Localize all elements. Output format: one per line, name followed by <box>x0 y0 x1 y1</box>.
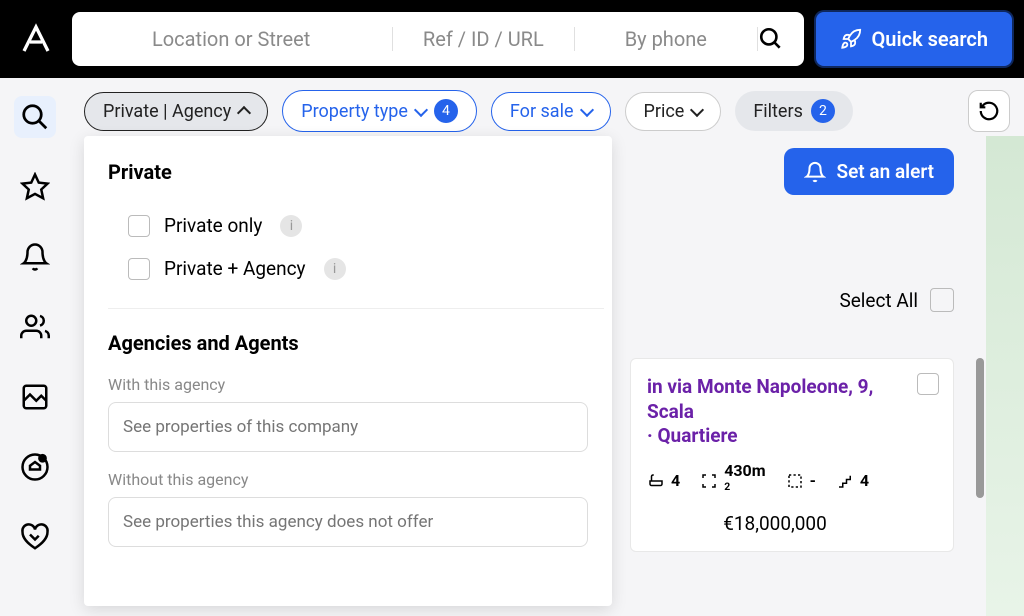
star-icon <box>20 172 50 202</box>
listing-price: €18,000,000 <box>647 512 903 535</box>
private-agency-dropdown: Private Private only i Private + Agency … <box>84 136 612 606</box>
chip-property-type[interactable]: Property type 4 <box>282 90 477 132</box>
with-agency-label: With this agency <box>108 375 588 394</box>
bell-icon <box>20 242 50 272</box>
chip-label: Filters <box>753 101 803 122</box>
listing-area: 430m2 <box>700 461 765 500</box>
stairs-icon <box>836 472 854 490</box>
refresh-button[interactable] <box>968 90 1010 132</box>
set-alert-button[interactable]: Set an alert <box>784 148 954 195</box>
checkbox[interactable] <box>128 215 150 237</box>
option-label: Private + Agency <box>164 257 306 280</box>
search-location-segment[interactable]: Location or Street <box>92 27 393 51</box>
listing-bath: 4 <box>647 471 680 490</box>
chip-label: Private | Agency <box>103 101 231 122</box>
search-icon <box>20 102 50 132</box>
chip-filters[interactable]: Filters 2 <box>735 91 853 131</box>
chevron-down-icon <box>579 103 593 117</box>
option-label: Private only <box>164 214 262 237</box>
with-agency-input[interactable] <box>108 402 588 452</box>
filter-row: Private | Agency Property type 4 For sal… <box>84 90 1010 132</box>
info-icon[interactable]: i <box>280 215 302 237</box>
quick-search-button[interactable]: Quick search <box>816 12 1013 66</box>
chip-count-badge: 4 <box>434 99 458 123</box>
option-private-only[interactable]: Private only i <box>108 204 588 247</box>
main-search-bar[interactable]: Location or Street Ref / ID / URL By pho… <box>72 12 804 66</box>
select-all-checkbox[interactable] <box>930 288 954 312</box>
listing-checkbox[interactable] <box>917 373 939 395</box>
listing-other: - <box>786 471 816 490</box>
divider <box>108 308 604 309</box>
top-bar: Location or Street Ref / ID / URL By pho… <box>0 0 1024 78</box>
alert-button-label: Set an alert <box>836 160 934 183</box>
search-icon[interactable] <box>758 26 784 52</box>
area-icon <box>700 472 718 490</box>
logo[interactable] <box>12 15 60 63</box>
dropdown-section-private: Private <box>108 160 588 184</box>
listing-floors: 4 <box>836 471 869 490</box>
bath-icon <box>647 472 665 490</box>
refresh-icon <box>978 100 1000 122</box>
main-content: Private | Agency Property type 4 For sal… <box>70 78 1024 144</box>
without-agency-input[interactable] <box>108 497 588 547</box>
bell-icon <box>804 161 826 183</box>
listing-title[interactable]: in via Monte Napoleone, 9, Scala · Quart… <box>647 375 903 449</box>
chip-count-badge: 2 <box>811 99 835 123</box>
chip-for-sale[interactable]: For sale <box>491 92 611 131</box>
sidebar-handshake[interactable] <box>14 516 56 558</box>
without-agency-label: Without this agency <box>108 470 588 489</box>
rocket-icon <box>840 28 862 50</box>
info-icon[interactable]: i <box>324 258 346 280</box>
chevron-down-icon <box>690 103 704 117</box>
listing-meta: 4 430m2 - 4 <box>647 461 903 500</box>
search-ref-segment[interactable]: Ref / ID / URL <box>393 27 575 51</box>
image-icon <box>20 382 50 412</box>
sidebar-home[interactable] <box>14 446 56 488</box>
sidebar-people[interactable] <box>14 306 56 348</box>
select-all-label: Select All <box>839 289 918 312</box>
chip-label: For sale <box>510 101 574 122</box>
users-icon <box>20 312 50 342</box>
listing-card[interactable]: in via Monte Napoleone, 9, Scala · Quart… <box>630 358 954 552</box>
dimension-icon <box>786 472 804 490</box>
sidebar <box>0 78 70 591</box>
dropdown-section-agencies: Agencies and Agents <box>108 331 588 355</box>
option-private-plus-agency[interactable]: Private + Agency i <box>108 247 588 290</box>
quick-search-label: Quick search <box>872 27 989 51</box>
sidebar-alerts[interactable] <box>14 236 56 278</box>
chevron-up-icon <box>237 106 251 120</box>
chip-label: Price <box>644 101 685 122</box>
sidebar-favorites[interactable] <box>14 166 56 208</box>
chip-private-agency[interactable]: Private | Agency <box>84 92 268 131</box>
checkbox[interactable] <box>128 258 150 280</box>
sidebar-search[interactable] <box>14 96 56 138</box>
chip-label: Property type <box>301 101 408 122</box>
handshake-icon <box>20 522 50 552</box>
sidebar-images[interactable] <box>14 376 56 418</box>
select-all-row[interactable]: Select All <box>839 288 954 312</box>
scrollbar[interactable] <box>976 358 984 498</box>
home-icon <box>20 452 50 482</box>
map-preview[interactable] <box>986 136 1024 616</box>
chevron-down-icon <box>414 103 428 117</box>
chip-price[interactable]: Price <box>625 92 722 131</box>
search-phone-segment[interactable]: By phone <box>575 27 757 51</box>
